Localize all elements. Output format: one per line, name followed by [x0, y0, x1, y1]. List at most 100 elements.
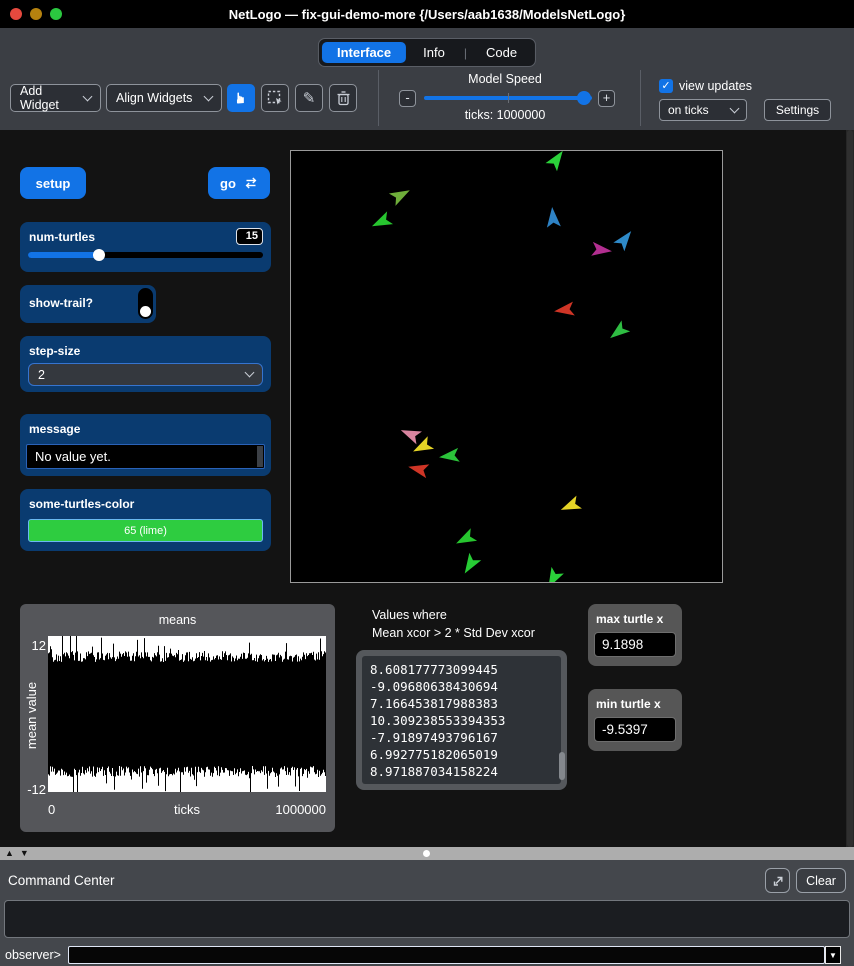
turtle — [369, 211, 393, 232]
observer-prompt: observer> — [5, 948, 61, 962]
num-turtles-value: 15 — [236, 228, 263, 245]
forever-icon — [244, 177, 258, 189]
clear-button[interactable]: Clear — [796, 868, 846, 893]
traffic-lights — [10, 8, 62, 20]
setup-button[interactable]: setup — [20, 167, 86, 199]
message-value-field: No value yet. — [26, 444, 265, 469]
turtle — [546, 151, 569, 171]
pop-out-icon — [771, 874, 785, 888]
splitter-collapse-icon[interactable]: ▲ — [5, 848, 20, 858]
plot-series — [49, 636, 326, 792]
command-history-dropdown[interactable]: ▼ — [825, 946, 841, 964]
go-button[interactable]: go — [208, 167, 270, 199]
splitter-handle-dot[interactable] — [423, 850, 430, 857]
turtle — [453, 528, 477, 550]
plot-series-svg — [48, 636, 326, 792]
speed-plus-button[interactable]: + — [598, 90, 615, 107]
world-view[interactable] — [290, 150, 723, 583]
some-turtles-color-widget: some-turtles-color 65 (lime) — [20, 489, 271, 551]
output-line: 7.166453817988383 — [370, 695, 553, 712]
tab-info[interactable]: Info — [408, 42, 460, 63]
output-scrollbar-thumb[interactable] — [559, 752, 565, 780]
window-title: NetLogo — fix-gui-demo-more {/Users/aab1… — [229, 7, 626, 22]
hand-icon: ☛ — [232, 91, 250, 104]
speed-minus-button[interactable]: - — [399, 90, 416, 107]
num-turtles-track[interactable] — [28, 252, 263, 258]
model-speed-label: Model Speed — [420, 72, 590, 86]
plot-y-axis-label: mean value — [24, 682, 39, 749]
interface-scrollbar[interactable] — [846, 130, 854, 847]
world-view-svg — [291, 151, 722, 582]
detach-command-center-button[interactable] — [765, 868, 790, 893]
num-turtles-thumb[interactable] — [93, 249, 105, 261]
select-widgets-button[interactable] — [261, 84, 289, 112]
tab-separator: | — [462, 46, 469, 60]
tab-code[interactable]: Code — [471, 42, 532, 63]
plot-area — [48, 636, 326, 792]
model-speed-thumb[interactable] — [577, 91, 591, 105]
turtle — [438, 448, 460, 464]
turtle — [553, 302, 575, 319]
y-tick-max: 12 — [22, 638, 46, 653]
command-center-output[interactable] — [4, 900, 850, 938]
add-widget-dropdown[interactable]: Add Widget — [10, 84, 101, 112]
values-output-widget: 8.608177773099445-9.096806384306947.1664… — [356, 650, 567, 790]
delete-widget-button[interactable] — [329, 84, 357, 112]
message-scrollbar[interactable] — [257, 446, 263, 467]
update-mode-dropdown[interactable]: on ticks — [659, 99, 747, 121]
means-plot-widget: means 12 -12 mean value 0 ticks 1000000 — [20, 604, 335, 832]
marquee-select-icon — [267, 90, 283, 106]
some-turtles-color-label: some-turtles-color — [29, 497, 134, 511]
values-output-text[interactable]: 8.608177773099445-9.096806384306947.1664… — [362, 656, 561, 784]
turtle — [606, 320, 630, 343]
output-line: 10.309238553394353 — [370, 712, 553, 729]
command-center-splitter[interactable]: ▲▼ — [0, 847, 854, 860]
max-turtle-x-label: max turtle x — [596, 612, 663, 626]
chevron-down-icon — [730, 103, 740, 113]
output-line: -9.09680638430694 — [370, 678, 553, 695]
turtle — [613, 227, 636, 251]
model-speed-slider[interactable] — [424, 96, 592, 100]
interface-canvas: setup go num-turtles 15 show-trail? step… — [0, 130, 854, 847]
turtle — [398, 424, 422, 445]
max-turtle-x-value: 9.1898 — [594, 632, 676, 657]
min-turtle-x-monitor: min turtle x -9.5397 — [588, 689, 682, 751]
zoom-window-button[interactable] — [50, 8, 62, 20]
turtle — [389, 184, 413, 206]
turtle — [459, 553, 481, 577]
pencil-icon: ✎ — [303, 89, 316, 107]
toolbar-divider — [640, 70, 641, 126]
splitter-expand-icon[interactable]: ▼ — [20, 848, 35, 858]
num-turtles-label: num-turtles — [29, 230, 95, 244]
align-widgets-dropdown[interactable]: Align Widgets — [106, 84, 222, 112]
toolbar-divider — [378, 70, 379, 126]
output-line: -7.91897493796167 — [370, 729, 553, 746]
message-monitor-widget: message No value yet. — [20, 414, 271, 476]
x-tick-max: 1000000 — [48, 802, 326, 817]
turtle — [542, 567, 564, 582]
view-updates-label: view updates — [679, 79, 752, 93]
view-updates-checkbox[interactable]: ✓ — [659, 79, 673, 93]
min-turtle-x-label: min turtle x — [596, 697, 661, 711]
step-size-dropdown[interactable]: 2 — [28, 363, 263, 386]
command-input[interactable] — [68, 946, 825, 964]
show-trail-toggle[interactable] — [138, 288, 153, 319]
chevron-down-icon — [204, 91, 214, 101]
some-turtles-color-value: 65 (lime) — [28, 519, 263, 542]
edit-widget-button[interactable]: ✎ — [295, 84, 323, 112]
show-trail-label: show-trail? — [29, 296, 93, 310]
close-window-button[interactable] — [10, 8, 22, 20]
scrollbar-thumb[interactable] — [847, 130, 853, 847]
values-note-line2: Mean xcor > 2 * Std Dev xcor — [372, 624, 535, 642]
settings-button[interactable]: Settings — [764, 99, 831, 121]
slider-midpoint-tick — [508, 93, 509, 103]
values-note-line1: Values where — [372, 606, 535, 624]
hand-tool-button[interactable]: ☛ — [227, 84, 255, 112]
chevron-down-icon — [83, 91, 93, 101]
trash-icon — [336, 90, 351, 106]
minimize-window-button[interactable] — [30, 8, 42, 20]
toggle-knob — [140, 306, 151, 317]
command-center-title: Command Center — [8, 873, 115, 888]
step-size-label: step-size — [29, 344, 80, 358]
tab-interface[interactable]: Interface — [322, 42, 406, 63]
